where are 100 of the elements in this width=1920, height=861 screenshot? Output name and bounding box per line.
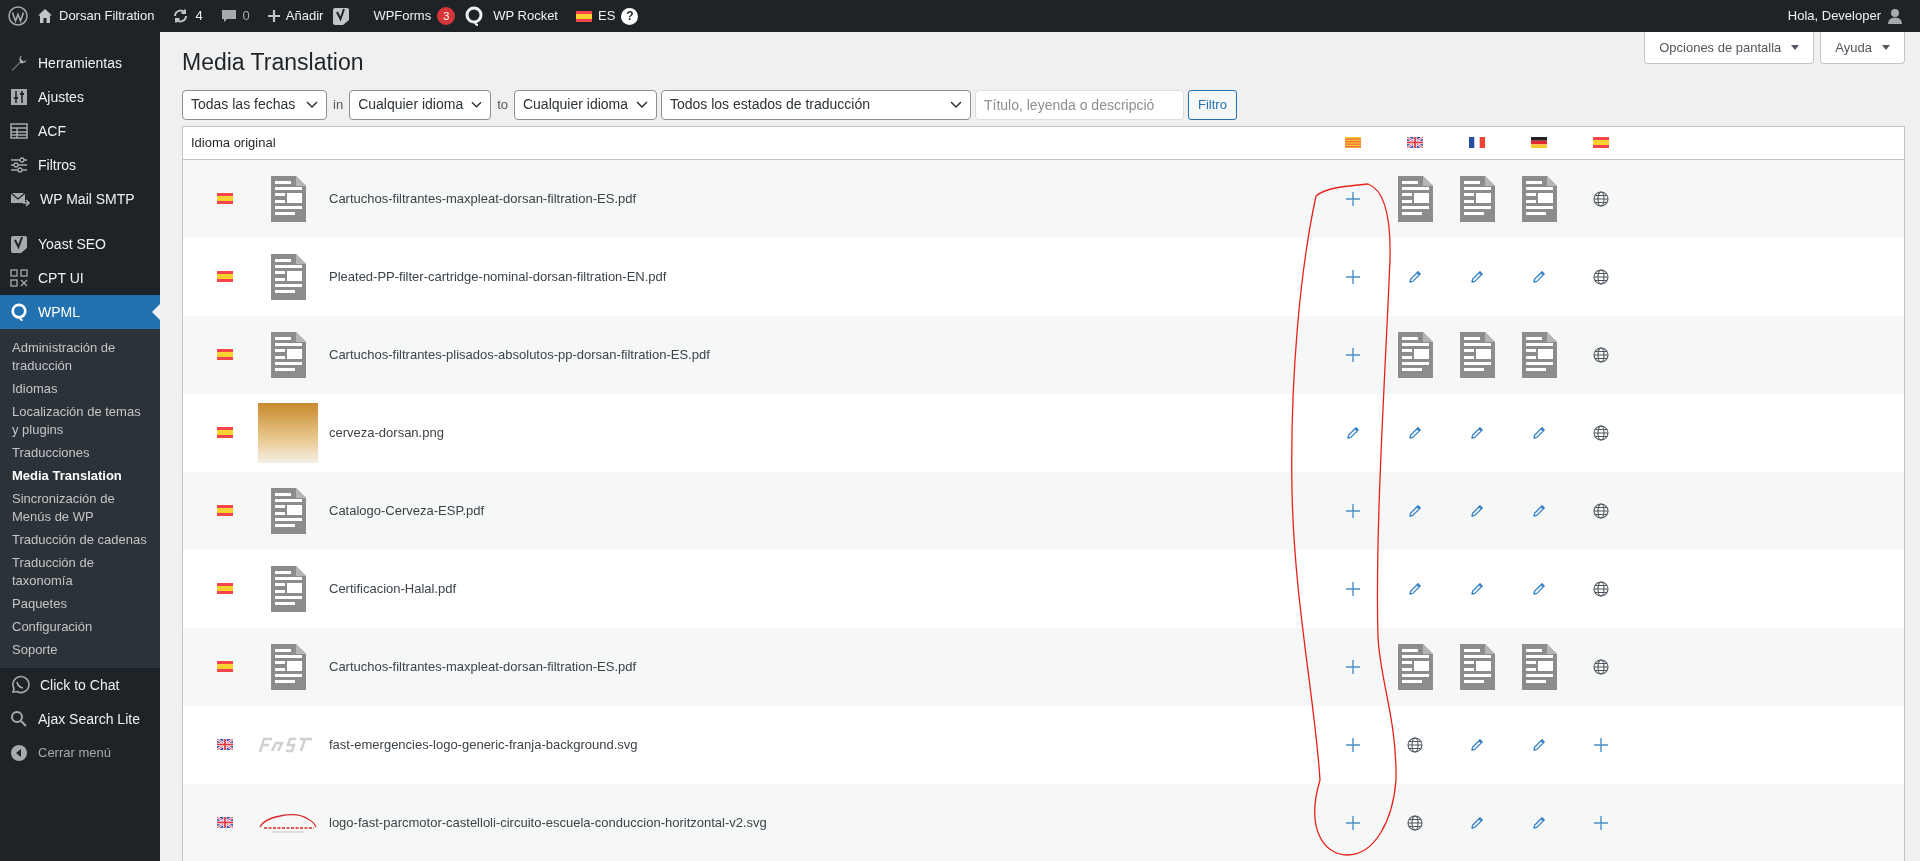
- wpforms-link[interactable]: WPForms 3: [364, 0, 465, 32]
- file-name[interactable]: cerveza-dorsan.png: [329, 422, 1322, 443]
- pencil-icon[interactable]: [1470, 815, 1484, 830]
- chat-icon: [10, 675, 30, 695]
- document-icon[interactable]: [1521, 643, 1557, 690]
- filter-label: to: [496, 95, 509, 114]
- site-link[interactable]: Dorsan Filtration: [28, 0, 164, 32]
- count-badge: 3: [437, 7, 456, 25]
- rocket-link[interactable]: WP Rocket: [484, 0, 567, 32]
- plus-icon[interactable]: [1345, 736, 1361, 753]
- submenu-item[interactable]: Soporte: [0, 638, 160, 661]
- file-name[interactable]: Catalogo-Cerveza-ESP.pdf: [329, 500, 1322, 521]
- plus-icon[interactable]: [1593, 736, 1609, 753]
- menu-item[interactable]: Click to Chat: [0, 668, 160, 702]
- speech-bubble-icon: [10, 302, 28, 322]
- menu-item[interactable]: CPT UI: [0, 261, 160, 295]
- file-name[interactable]: Cartuchos-filtrantes-maxpleat-dorsan-filtration-ES.pdf: [329, 188, 1322, 209]
- pencil-icon[interactable]: [1408, 425, 1422, 440]
- pencil-icon[interactable]: [1470, 737, 1484, 752]
- search-field[interactable]: Título, leyenda o descripció: [974, 89, 1184, 120]
- file-name[interactable]: logo-fast-parcmotor-castelloli-circuito-escuela-conduccion-horitzontal-v2.svg: [329, 812, 1322, 833]
- document-icon[interactable]: [1397, 643, 1433, 690]
- plus-icon[interactable]: [1345, 268, 1361, 285]
- submenu-item[interactable]: Traducción de taxonomía: [0, 551, 160, 592]
- document-icon[interactable]: [1459, 331, 1495, 378]
- pencil-icon[interactable]: [1532, 503, 1546, 518]
- document-icon[interactable]: [1521, 175, 1557, 222]
- submenu-item[interactable]: Administración de traducción: [0, 336, 160, 377]
- plus-icon[interactable]: [1345, 580, 1361, 597]
- menu-item[interactable]: WP Mail SMTP: [0, 182, 160, 216]
- language-link[interactable]: ES ?: [567, 0, 648, 32]
- menu-item[interactable]: Filtros: [0, 148, 160, 182]
- menu-item[interactable]: ACF: [0, 114, 160, 148]
- home-icon: [37, 8, 53, 24]
- submenu-item[interactable]: Localización de temas y plugins: [0, 400, 160, 441]
- account-link[interactable]: Hola, Developer: [1778, 0, 1912, 32]
- pencil-icon[interactable]: [1470, 581, 1484, 596]
- plus-icon[interactable]: [1345, 190, 1361, 207]
- pencil-icon[interactable]: [1470, 425, 1484, 440]
- pencil-icon[interactable]: [1532, 581, 1546, 596]
- plus-icon[interactable]: [1345, 346, 1361, 363]
- pencil-icon[interactable]: [1532, 425, 1546, 440]
- menu-item[interactable]: WPML: [0, 295, 160, 329]
- screen-options-button[interactable]: Opciones de pantalla: [1644, 32, 1815, 64]
- settings-icon: [10, 88, 28, 106]
- file-name[interactable]: Cartuchos-filtrantes-maxpleat-dorsan-filtration-ES.pdf: [329, 656, 1322, 677]
- document-icon[interactable]: [1459, 175, 1495, 222]
- submenu-item[interactable]: Paquetes: [0, 592, 160, 615]
- date-select[interactable]: Todas las fechas: [182, 89, 327, 120]
- speech-bubble-icon[interactable]: [464, 5, 485, 27]
- document-icon[interactable]: [1397, 331, 1433, 378]
- comments-link[interactable]: 0: [211, 0, 259, 32]
- pencil-icon[interactable]: [1532, 815, 1546, 830]
- pencil-icon[interactable]: [1470, 269, 1484, 284]
- plus-icon[interactable]: [1345, 502, 1361, 519]
- plus-icon[interactable]: [1345, 658, 1361, 675]
- wordpress-logo-icon[interactable]: [8, 6, 28, 26]
- pencil-icon[interactable]: [1532, 737, 1546, 752]
- pencil-icon[interactable]: [1532, 269, 1546, 284]
- submenu-item[interactable]: Media Translation: [0, 464, 160, 487]
- file-name[interactable]: Pleated-PP-filter-cartridge-nominal-dorsan-filtration-EN.pdf: [329, 266, 1322, 287]
- pencil-icon[interactable]: [1408, 269, 1422, 284]
- file-name[interactable]: fast-emergencies-logo-generic-franja-background.svg: [329, 734, 1322, 755]
- chevron-icon: [471, 100, 483, 109]
- submenu-item[interactable]: Idiomas: [0, 377, 160, 400]
- mail-icon: [10, 190, 30, 208]
- file-name[interactable]: Certificacion-Halal.pdf: [329, 578, 1322, 599]
- pencil-icon[interactable]: [1470, 503, 1484, 518]
- help-button[interactable]: Ayuda: [1820, 32, 1905, 64]
- language-select[interactable]: Cualquier idioma: [349, 89, 492, 120]
- language-select[interactable]: Cualquier idioma: [513, 89, 657, 120]
- plus-icon[interactable]: [1593, 814, 1609, 831]
- submenu-item[interactable]: Configuración: [0, 615, 160, 638]
- pencil-icon[interactable]: [1346, 425, 1360, 440]
- caret-icon: [1791, 44, 1800, 51]
- help-icon: ?: [621, 7, 639, 25]
- page-title: Media Translation: [182, 48, 364, 77]
- collapse-menu-button[interactable]: Cerrar menú: [0, 736, 160, 770]
- document-icon[interactable]: [1397, 175, 1433, 222]
- menu-item[interactable]: Yoast SEO: [0, 227, 160, 261]
- pencil-icon[interactable]: [1408, 581, 1422, 596]
- menu-item[interactable]: Ajax Search Lite: [0, 702, 160, 736]
- file-name[interactable]: Cartuchos-filtrantes-plisados-absolutos-pp-dorsan-filtration-ES.pdf: [329, 344, 1322, 365]
- avatar-icon: [1887, 8, 1903, 24]
- menu-item[interactable]: Herramientas: [0, 46, 160, 80]
- document-icon[interactable]: [1459, 643, 1495, 690]
- filter-button[interactable]: Filtro: [1187, 89, 1237, 120]
- menu-item[interactable]: Ajustes: [0, 80, 160, 114]
- submenu-item[interactable]: Sincronización de Menús de WP: [0, 487, 160, 528]
- comment-icon: [220, 8, 237, 24]
- submenu-item[interactable]: Traducción de cadenas: [0, 528, 160, 551]
- status-select[interactable]: Todos los estados de traducción: [660, 89, 971, 120]
- table-icon: [10, 122, 28, 140]
- updates-link[interactable]: 4: [163, 0, 212, 32]
- submenu-item[interactable]: Traducciones: [0, 441, 160, 464]
- plus-icon[interactable]: [1345, 814, 1361, 831]
- pencil-icon[interactable]: [1408, 503, 1422, 518]
- plus-icon: [267, 10, 280, 22]
- document-icon[interactable]: [1521, 331, 1557, 378]
- new-link[interactable]: Añadir: [258, 0, 333, 32]
